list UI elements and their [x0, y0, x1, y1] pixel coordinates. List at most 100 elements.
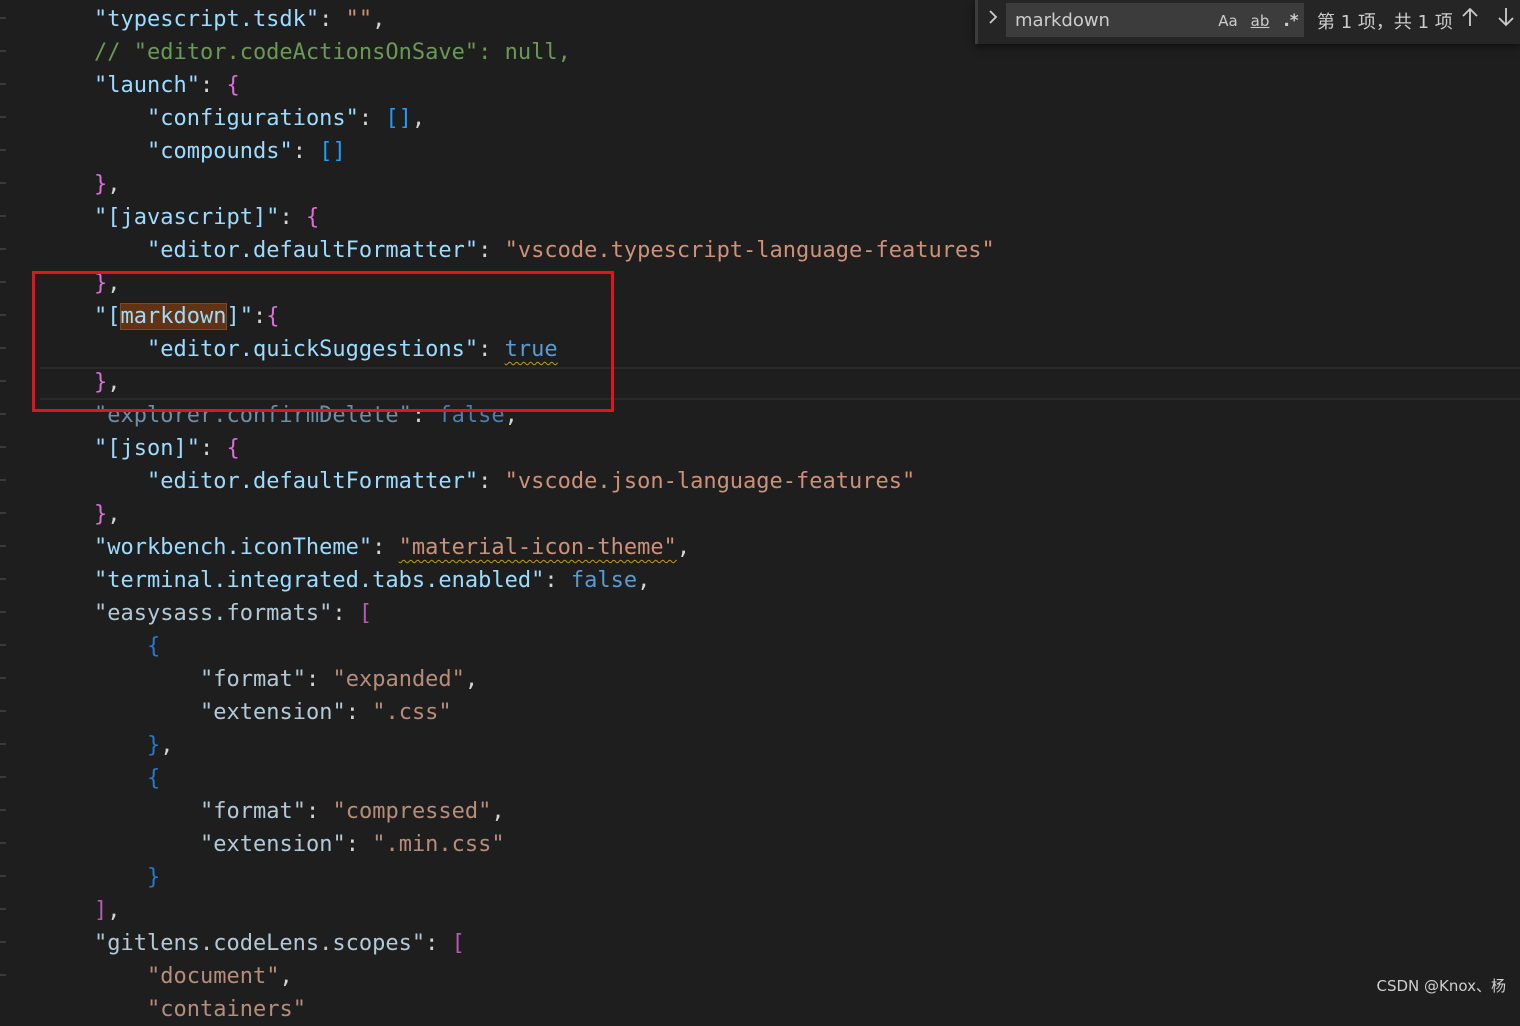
code-line[interactable]: },	[94, 498, 121, 531]
code-editor[interactable]: "typescript.tsdk": "", // "editor.codeAc…	[0, 0, 1520, 1022]
gutter-mark	[0, 908, 6, 910]
code-line[interactable]: "[javascript]": {	[94, 201, 319, 234]
gutter-mark	[0, 545, 6, 547]
code-line[interactable]: "[json]": {	[94, 432, 240, 465]
gutter-mark	[0, 50, 6, 52]
json-key-part: ]"	[226, 304, 253, 329]
gutter-mark	[0, 248, 6, 250]
code-line[interactable]: // "editor.codeActionsOnSave": null,	[94, 36, 571, 69]
find-input-container: Aa ab .*	[1006, 3, 1304, 37]
json-key: "extension"	[200, 700, 346, 725]
gutter-mark	[0, 842, 6, 844]
code-line[interactable]: },	[94, 366, 121, 399]
code-line[interactable]: "format": "expanded",	[200, 663, 478, 696]
json-key: "extension"	[200, 832, 346, 857]
gutter-mark	[0, 479, 6, 481]
code-line[interactable]: "editor.defaultFormatter": "vscode.json-…	[147, 465, 915, 498]
gutter-mark	[0, 281, 6, 283]
code-line[interactable]: "gitlens.codeLens.scopes": [	[94, 927, 465, 960]
gutter-mark	[0, 875, 6, 877]
gutter-mark	[0, 380, 6, 382]
json-string: ".min.css"	[372, 832, 505, 857]
use-regex-toggle[interactable]: .*	[1279, 9, 1303, 33]
code-line[interactable]: "explorer.confirmDelete": false,	[94, 399, 518, 432]
arrow-down-icon[interactable]	[1493, 6, 1519, 36]
code-line[interactable]: "typescript.tsdk": "",	[94, 3, 385, 36]
json-key: "[json]"	[94, 436, 200, 461]
code-line[interactable]: "workbench.iconTheme": "material-icon-th…	[94, 531, 690, 564]
find-input[interactable]	[1015, 4, 1210, 36]
gutter-mark	[0, 974, 6, 976]
code-line[interactable]: "extension": ".css"	[200, 696, 452, 729]
code-line[interactable]: "terminal.integrated.tabs.enabled": fals…	[94, 564, 650, 597]
gutter-mark	[0, 644, 6, 646]
gutter-mark	[0, 512, 6, 514]
json-string: "vscode.typescript-language-features"	[504, 238, 995, 263]
arrow-up-icon[interactable]	[1457, 6, 1483, 36]
gutter-mark	[0, 149, 6, 151]
match-count: 第 1 项，共 1 项	[1317, 12, 1453, 33]
json-string: "compressed"	[332, 799, 492, 824]
gutter-mark	[0, 182, 6, 184]
code-line[interactable]: "compounds": []	[147, 135, 346, 168]
gutter-mark	[0, 578, 6, 580]
code-comment: // "editor.codeActionsOnSave": null,	[94, 40, 571, 65]
json-key: "gitlens.codeLens.scopes"	[94, 931, 426, 956]
gutter-mark	[0, 941, 6, 943]
code-line[interactable]: "launch": {	[94, 69, 240, 102]
json-string: ""	[345, 7, 373, 32]
code-line[interactable]: "document",	[147, 960, 293, 993]
gutter-mark	[0, 743, 6, 745]
json-boolean: false	[438, 403, 505, 428]
current-line-highlight	[40, 367, 1520, 400]
code-line[interactable]: "[markdown]":{	[94, 300, 279, 333]
find-match-highlight: markdown	[119, 303, 228, 330]
gutter-mark	[0, 611, 6, 613]
watermark: CSDN @Knox、杨	[1376, 977, 1506, 995]
code-line[interactable]: "editor.defaultFormatter": "vscode.types…	[147, 234, 995, 267]
code-line[interactable]: }	[147, 861, 160, 894]
json-key: "terminal.integrated.tabs.enabled"	[94, 568, 545, 593]
json-key: "editor.quickSuggestions"	[147, 337, 479, 362]
json-key: "editor.defaultFormatter"	[147, 238, 479, 263]
gutter-mark	[0, 215, 6, 217]
gutter-mark	[0, 446, 6, 448]
code-line[interactable]: },	[147, 729, 174, 762]
code-line[interactable]: "containers"	[147, 993, 306, 1026]
gutter-mark	[0, 347, 6, 349]
json-string: "material-icon-theme"	[398, 535, 677, 560]
gutter-mark	[0, 809, 6, 811]
code-line[interactable]: {	[147, 762, 160, 795]
json-string: "document"	[147, 964, 280, 989]
code-line[interactable]: "format": "compressed",	[200, 795, 505, 828]
code-line[interactable]: ],	[94, 894, 121, 927]
code-line[interactable]: "editor.quickSuggestions": true	[147, 333, 558, 366]
gutter-mark	[0, 116, 6, 118]
code-line[interactable]: "extension": ".min.css"	[200, 828, 505, 861]
code-line[interactable]: },	[94, 267, 121, 300]
json-key-part: "[	[94, 304, 121, 329]
code-line[interactable]: },	[94, 168, 121, 201]
json-key: "configurations"	[147, 106, 359, 131]
json-string: "vscode.json-language-features"	[504, 469, 916, 494]
json-key: "[javascript]"	[94, 205, 280, 230]
code-line[interactable]: "configurations": [],	[147, 102, 425, 135]
json-key: "explorer.confirmDelete"	[94, 403, 412, 428]
gutter-mark	[0, 413, 6, 415]
json-key: "workbench.iconTheme"	[94, 535, 373, 560]
match-case-toggle[interactable]: Aa	[1215, 9, 1241, 33]
json-key: "easysass.formats"	[94, 601, 333, 626]
gutter-mark	[0, 314, 6, 316]
gutter-mark	[0, 83, 6, 85]
json-string: "expanded"	[332, 667, 465, 692]
json-key: "typescript.tsdk"	[94, 7, 320, 32]
json-key: "format"	[200, 667, 306, 692]
code-line[interactable]: {	[147, 630, 160, 663]
chevron-right-icon[interactable]	[982, 6, 1004, 36]
json-key: "editor.defaultFormatter"	[147, 469, 479, 494]
code-line[interactable]: "easysass.formats": [	[94, 597, 372, 630]
json-boolean: false	[570, 568, 638, 593]
gutter-mark	[0, 17, 6, 19]
gutter-mark	[0, 710, 6, 712]
match-whole-word-toggle[interactable]: ab	[1245, 9, 1275, 33]
